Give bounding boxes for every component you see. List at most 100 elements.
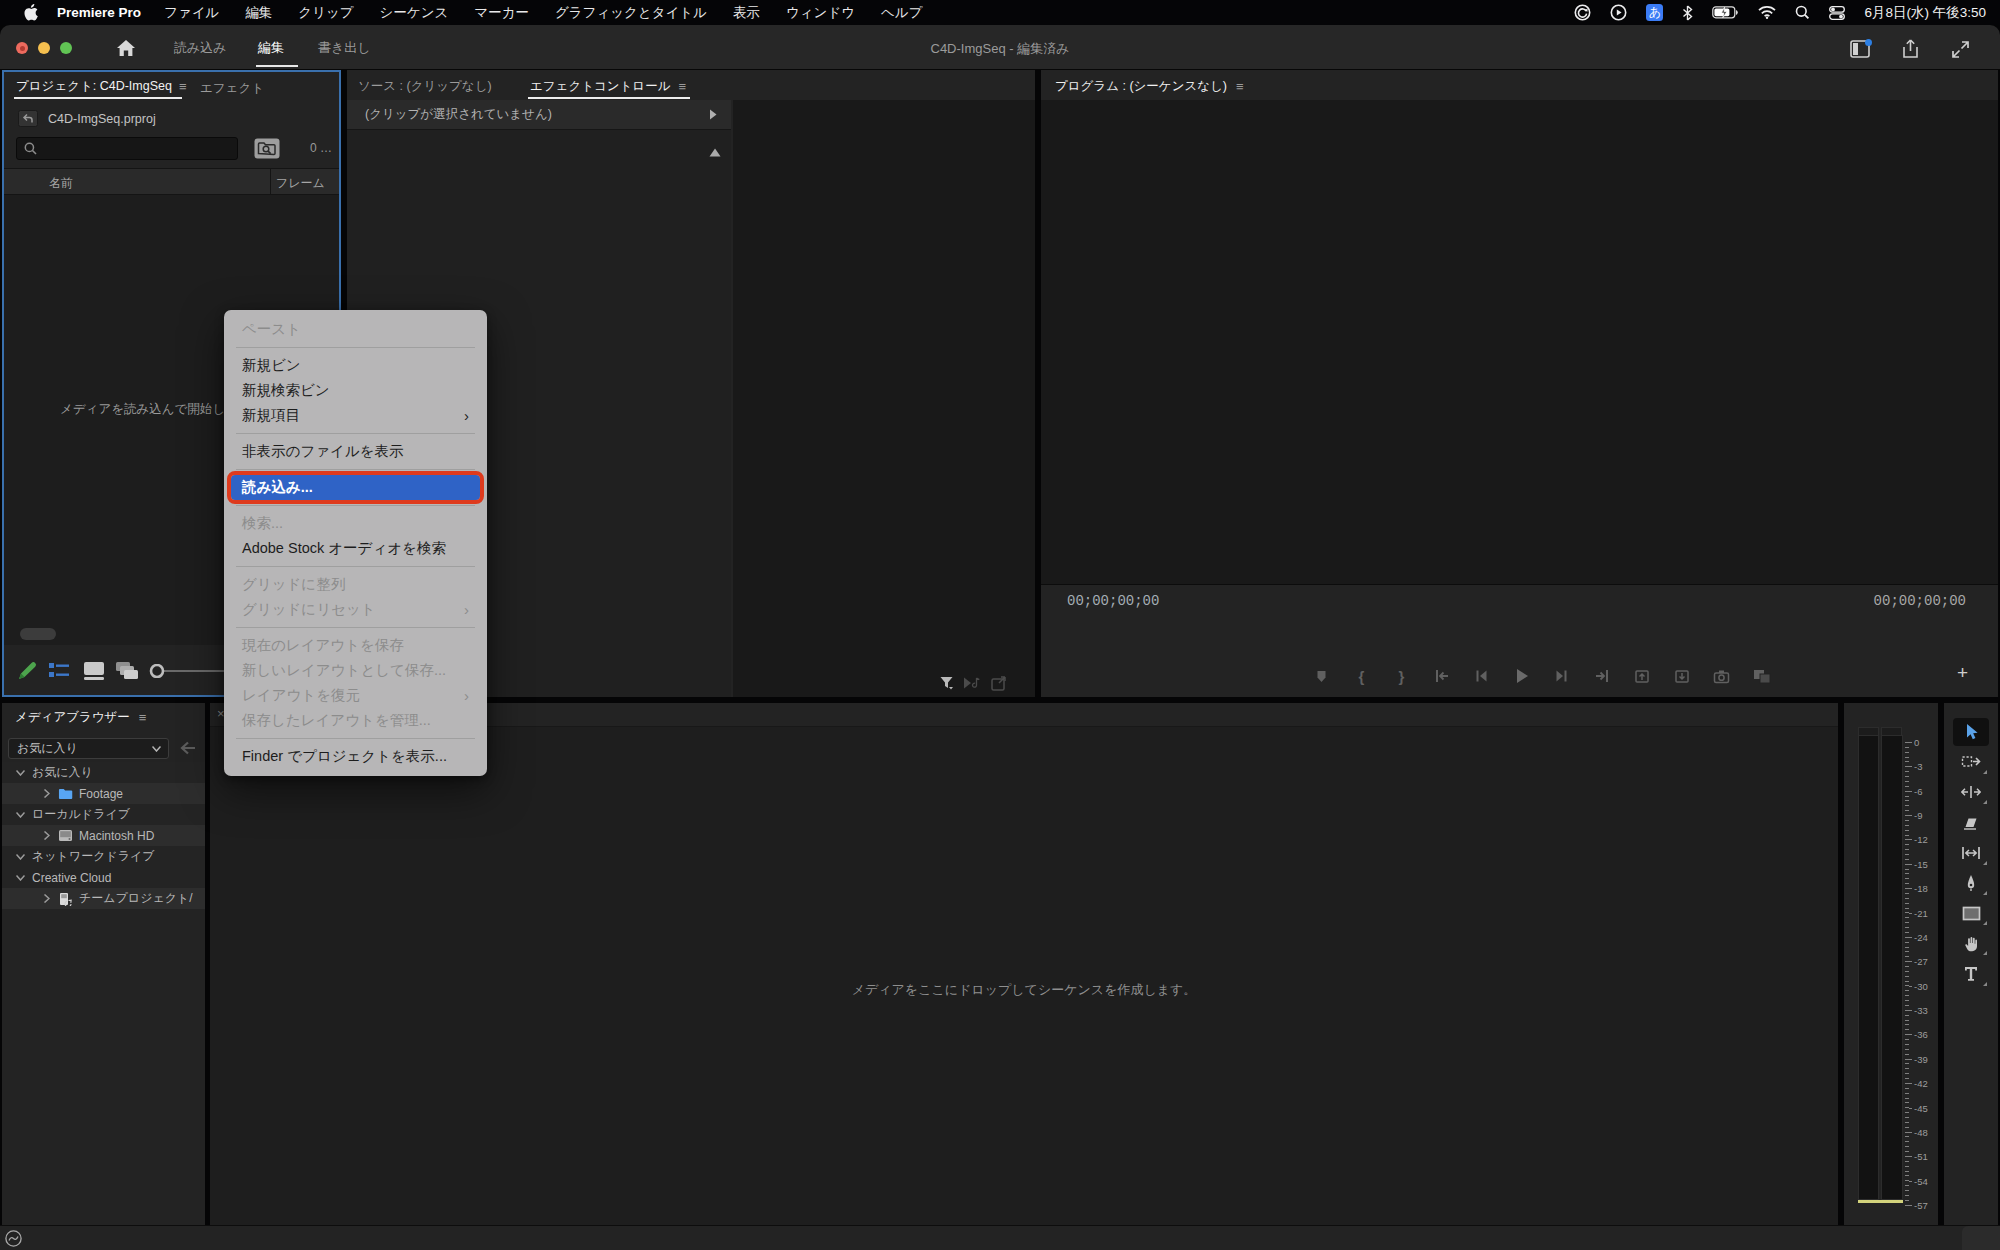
play-icon[interactable] xyxy=(1513,667,1531,685)
horizontal-scrollbar[interactable] xyxy=(20,628,56,640)
menu-item[interactable]: 保存したレイアウトを管理... xyxy=(224,708,487,733)
play-audio-only-icon[interactable] xyxy=(963,676,981,694)
menu-item-import-highlighted[interactable]: 読み込み... xyxy=(231,475,480,500)
tab-effect-controls[interactable]: エフェクトコントロール xyxy=(530,78,670,95)
project-column-header[interactable]: 名前 フレーム xyxy=(4,168,339,195)
media-browser-menu-icon[interactable]: ≡ xyxy=(139,710,147,725)
project-panel-menu-icon[interactable]: ≡ xyxy=(179,79,187,94)
creative-cloud-icon[interactable] xyxy=(5,1230,22,1250)
menubar-item[interactable]: ファイル xyxy=(151,4,232,22)
media-tree-item[interactable]: Creative Cloud xyxy=(2,867,205,888)
chevron-down-icon[interactable] xyxy=(16,854,25,860)
export-frame-icon[interactable] xyxy=(1713,667,1731,685)
apple-logo-icon[interactable] xyxy=(24,4,38,21)
menubar-item[interactable]: ヘルプ xyxy=(868,4,935,22)
menu-item[interactable]: 新規ビン xyxy=(224,353,487,378)
chevron-down-icon[interactable] xyxy=(16,875,25,881)
tab-program-monitor[interactable]: プログラム : (シーケンスなし) xyxy=(1055,78,1227,95)
freeform-view-button[interactable] xyxy=(115,660,143,686)
wifi-icon[interactable] xyxy=(1758,6,1776,19)
chevron-down-icon[interactable] xyxy=(16,812,25,818)
fullscreen-button[interactable] xyxy=(1951,40,1970,63)
back-icon[interactable] xyxy=(180,741,196,759)
no-clip-row[interactable]: (クリップが選択されていません) xyxy=(347,100,731,130)
list-view-button[interactable] xyxy=(48,662,70,684)
menu-item[interactable]: 検索... xyxy=(224,511,487,536)
tab-source-monitor[interactable]: ソース : (クリップなし) xyxy=(358,78,492,95)
media-tree-item[interactable]: Footage xyxy=(2,783,205,804)
chevron-right-icon[interactable] xyxy=(44,789,50,798)
column-divider[interactable] xyxy=(270,169,271,194)
sync-status-icon[interactable] xyxy=(1574,4,1591,21)
menubar-app-name[interactable]: Premiere Pro xyxy=(57,5,141,20)
search-bin-button[interactable] xyxy=(254,138,280,163)
extract-icon[interactable] xyxy=(1673,667,1691,685)
menubar-item[interactable]: グラフィックとタイトル xyxy=(542,4,720,22)
input-method-icon[interactable]: あ xyxy=(1646,4,1663,21)
program-panel-menu-icon[interactable]: ≡ xyxy=(1236,79,1244,94)
play-status-icon[interactable] xyxy=(1610,4,1627,21)
go-to-in-icon[interactable] xyxy=(1433,667,1451,685)
menu-item[interactable]: 非表示のファイルを表示 xyxy=(224,439,487,464)
comparison-view-icon[interactable] xyxy=(1753,667,1771,685)
media-tree-item[interactable]: ネットワークドライブ xyxy=(2,846,205,867)
spotlight-icon[interactable] xyxy=(1795,5,1810,20)
menubar-item[interactable]: ウィンドウ xyxy=(773,4,868,22)
filter-properties-icon[interactable] xyxy=(939,675,955,695)
chevron-down-icon[interactable] xyxy=(16,770,25,776)
menubar-clock[interactable]: 6月8日(水) 午後3:50 xyxy=(1864,4,1986,22)
menubar-item[interactable]: マーカー xyxy=(461,4,542,22)
menubar-item[interactable]: シーケンス xyxy=(367,4,462,22)
hand-tool[interactable] xyxy=(1953,929,1989,957)
rectangle-tool[interactable] xyxy=(1953,899,1989,927)
media-tree-item[interactable]: ローカルドライブ xyxy=(2,804,205,825)
timeline-drop-hint[interactable]: メディアをここにドロップしてシーケンスを作成します。 xyxy=(210,981,1838,999)
menubar-item[interactable]: クリップ xyxy=(285,4,366,22)
tab-project[interactable]: プロジェクト: C4D-ImgSeq xyxy=(16,78,172,95)
menu-item[interactable]: Finder でプロジェクトを表示... xyxy=(224,744,487,769)
icon-view-button[interactable] xyxy=(82,661,106,685)
media-tree-item[interactable]: Macintosh HD xyxy=(2,825,205,846)
export-clip-icon[interactable] xyxy=(991,675,1008,695)
project-root-icon[interactable] xyxy=(18,110,38,131)
menu-item[interactable]: Adobe Stock オーディオを検索 xyxy=(224,536,487,561)
menu-item[interactable]: レイアウトを復元› xyxy=(224,683,487,708)
menu-item[interactable]: 現在のレイアウトを保存 xyxy=(224,633,487,658)
lift-icon[interactable] xyxy=(1633,667,1651,685)
menu-item[interactable]: 新規項目› xyxy=(224,403,487,428)
tab-effects[interactable]: エフェクト xyxy=(200,80,264,97)
workspace-button[interactable] xyxy=(1850,39,1872,63)
tab-media-browser[interactable]: メディアブラウザー xyxy=(15,709,130,726)
chevron-right-icon[interactable] xyxy=(44,831,50,840)
type-tool[interactable] xyxy=(1953,960,1989,988)
menubar-item[interactable]: 編集 xyxy=(232,4,285,22)
menubar-item[interactable]: 表示 xyxy=(720,4,773,22)
bluetooth-icon[interactable] xyxy=(1682,5,1693,21)
ripple-edit-tool[interactable] xyxy=(1953,778,1989,806)
add-marker-icon[interactable] xyxy=(1313,667,1331,685)
razor-tool[interactable] xyxy=(1953,809,1989,837)
media-browser-source-dropdown[interactable]: お気に入り xyxy=(8,738,169,759)
track-select-forward-tool[interactable] xyxy=(1953,748,1989,776)
menu-item[interactable]: グリッドに整列 xyxy=(224,572,487,597)
menu-item[interactable]: 新規検索ビン xyxy=(224,378,487,403)
media-tree-item[interactable]: チームプロジェクト/ xyxy=(2,888,205,909)
column-framerate[interactable]: フレーム xyxy=(276,175,325,192)
battery-icon[interactable] xyxy=(1712,6,1739,19)
menu-item[interactable]: グリッドにリセット› xyxy=(224,597,487,622)
step-back-icon[interactable] xyxy=(1473,667,1491,685)
slip-tool[interactable] xyxy=(1953,839,1989,867)
menu-item[interactable]: 新しいレイアウトとして保存... xyxy=(224,658,487,683)
menu-item[interactable]: ペースト xyxy=(224,317,487,342)
button-editor-icon[interactable]: + xyxy=(1957,662,1968,684)
expand-right-icon[interactable] xyxy=(709,109,717,120)
chevron-right-icon[interactable] xyxy=(44,894,50,903)
mark-in-icon[interactable]: { xyxy=(1353,667,1371,685)
project-file-name[interactable]: C4D-ImgSeq.prproj xyxy=(48,112,156,126)
control-center-icon[interactable] xyxy=(1829,6,1845,20)
project-search-input[interactable] xyxy=(16,137,238,160)
playhead-timecode[interactable]: 00;00;00;00 xyxy=(1067,593,1159,609)
effect-controls-menu-icon[interactable]: ≡ xyxy=(678,79,686,94)
column-name[interactable]: 名前 xyxy=(49,175,73,192)
media-tree-item[interactable]: お気に入り xyxy=(2,762,205,783)
